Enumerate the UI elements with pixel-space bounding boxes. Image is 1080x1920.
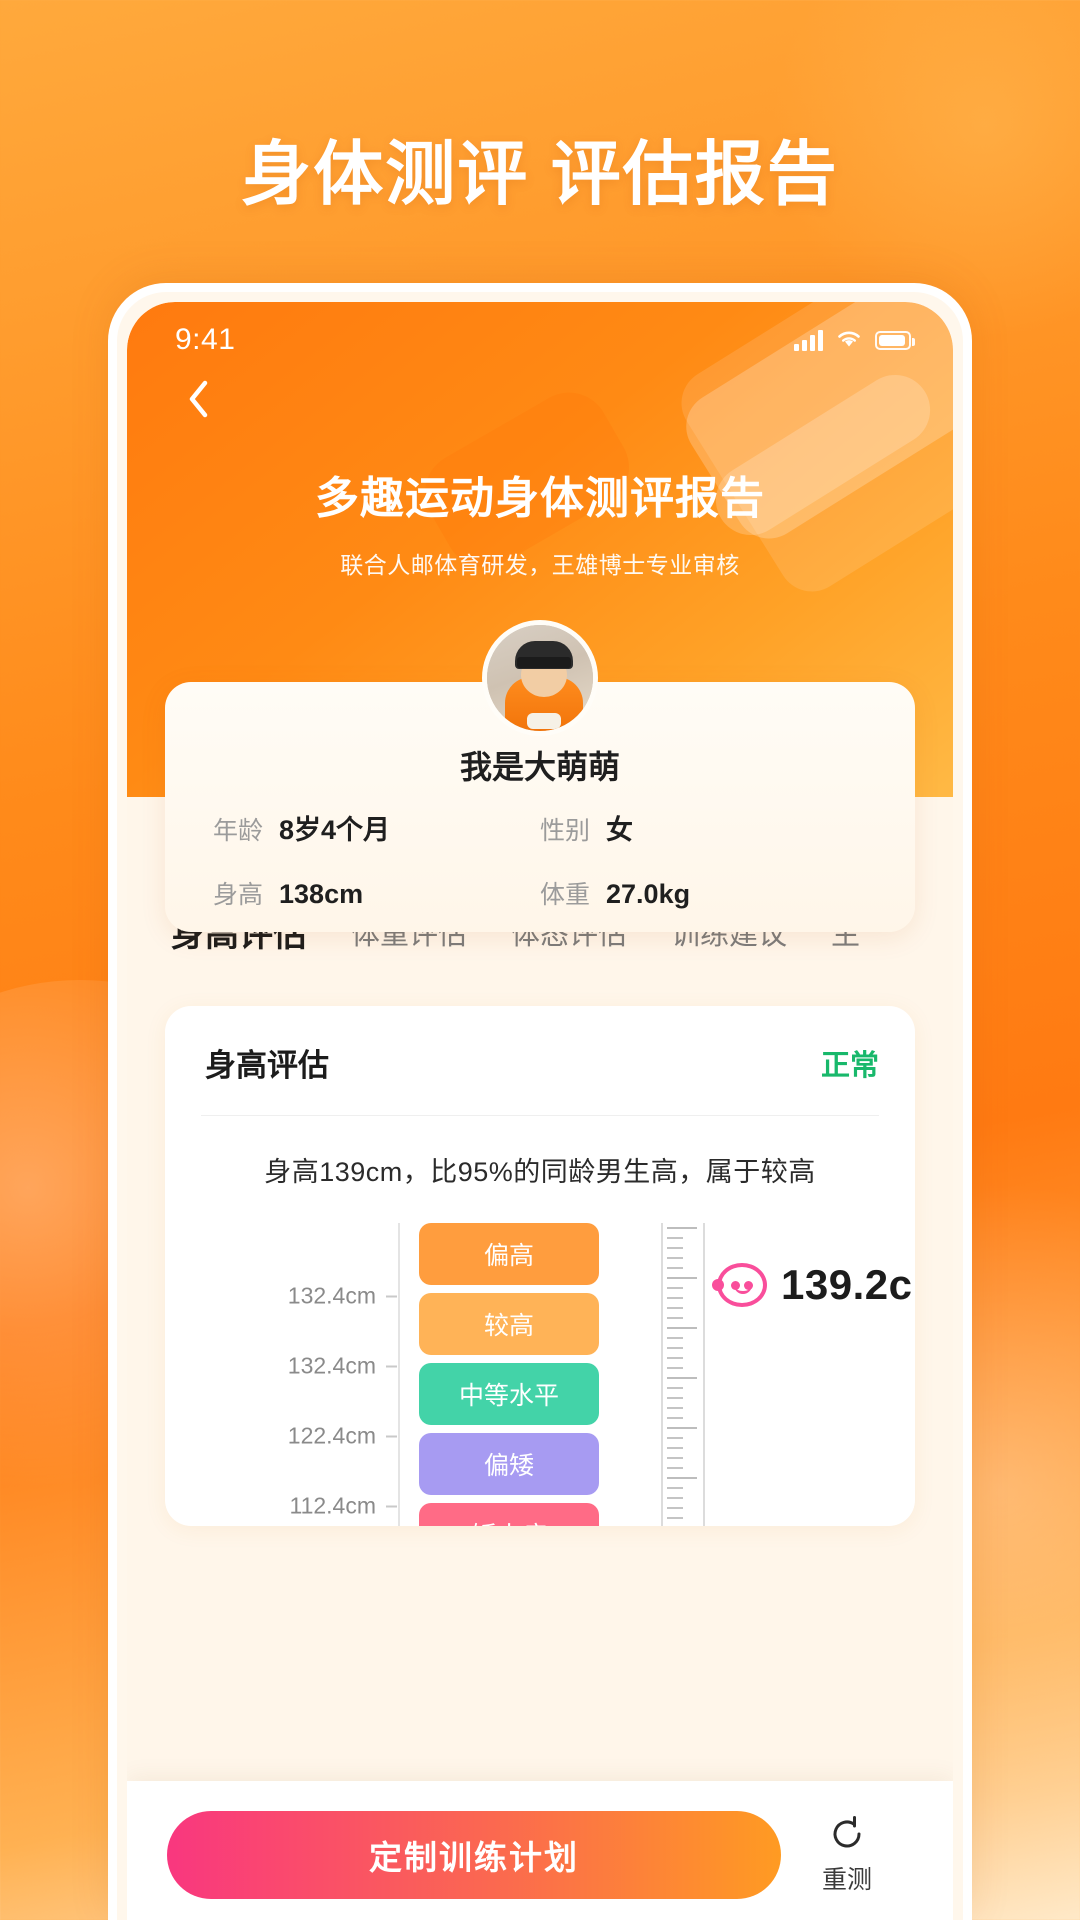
status-icons [794, 328, 915, 353]
avatar[interactable] [482, 620, 598, 736]
status-time: 9:41 [175, 323, 236, 356]
profile-field-weight-label: 体重 [540, 881, 591, 909]
axis-tick-3: 112.4cm [289, 1493, 397, 1520]
axis-tick-3-label: 112.4cm [289, 1492, 376, 1519]
smiley-face-icon [712, 1263, 767, 1307]
report-title: 多趣运动身体测评报告 [315, 474, 765, 523]
height-marker: 139.2cm [712, 1261, 915, 1309]
axis-tick-1-label: 132.4cm [287, 1352, 376, 1379]
chart-band-short: 偏矮 [419, 1433, 599, 1495]
phone-mockup: 9:41 多趣运动身体测评报告 联合人邮体育研发，王雄博士专业审核 我是大萌萌 … [108, 283, 972, 1920]
axis-tick-2-label: 122.4cm [287, 1422, 376, 1449]
chart-ruler [661, 1223, 705, 1526]
profile-card: 我是大萌萌 年龄 8岁4个月 性别 女 身高 138cm 体重 27.0kg [165, 620, 915, 932]
battery-icon [875, 330, 915, 350]
status-bar: 9:41 [127, 302, 953, 364]
chart-band-dwarfism: 矮小症 [419, 1503, 599, 1526]
profile-field-age-value: 8岁4个月 [279, 815, 391, 845]
cellular-signal-icon [794, 329, 823, 351]
assessment-title: 身高评估 [197, 1040, 341, 1086]
axis-tick-2: 122.4cm [288, 1423, 397, 1450]
height-chart: 132.4cm 132.4cm 122.4cm 112.4cm 偏高 较高 中等… [201, 1223, 915, 1526]
profile-field-gender-label: 性别 [540, 817, 591, 845]
profile-field-gender-value: 女 [606, 815, 634, 845]
back-button[interactable] [171, 372, 225, 426]
assessment-card: 身高评估 正常 身高139cm，比95%的同龄男生高，属于较高 132.4cm … [165, 1006, 915, 1526]
chart-axis-line [398, 1223, 400, 1526]
assessment-description: 身高139cm，比95%的同龄男生高，属于较高 [264, 1157, 816, 1187]
retest-label: 重测 [821, 1866, 872, 1894]
bottom-action-bar: 定制训练计划 重测 [127, 1781, 953, 1920]
axis-tick-1: 132.4cm [288, 1353, 397, 1380]
assessment-header: 身高评估 正常 [197, 1040, 879, 1086]
nav-bar [127, 364, 953, 436]
phone-screen: 9:41 多趣运动身体测评报告 联合人邮体育研发，王雄博士专业审核 我是大萌萌 … [127, 302, 953, 1920]
status-badge: 正常 [820, 1049, 879, 1082]
promo-headline: 身体测评 评估报告 [241, 135, 839, 213]
divider [201, 1115, 879, 1116]
custom-training-plan-button[interactable]: 定制训练计划 [167, 1811, 781, 1899]
profile-info-grid: 年龄 8岁4个月 性别 女 身高 138cm 体重 27.0kg [165, 808, 915, 911]
back-chevron-icon [189, 380, 208, 418]
profile-name: 我是大萌萌 [459, 749, 620, 785]
avatar-photo-cap-band [517, 657, 571, 668]
profile-field-age-label: 年龄 [213, 817, 264, 845]
smiley-mouth [734, 1285, 752, 1294]
axis-tick-0-label: 132.4cm [287, 1282, 376, 1309]
profile-field-height-label: 身高 [213, 881, 264, 909]
smiley-ear [712, 1279, 724, 1291]
profile-field-height-value: 138cm [279, 879, 364, 909]
avatar-photo-arm [527, 713, 561, 729]
profile-field-gender: 性别 女 [540, 808, 867, 847]
chart-axis-labels: 132.4cm 132.4cm 122.4cm 112.4cm [247, 1223, 397, 1526]
wifi-icon [836, 328, 862, 353]
retest-button[interactable]: 重测 [781, 1814, 913, 1896]
chart-band-very-tall: 偏高 [419, 1223, 599, 1285]
height-marker-value: 139.2cm [781, 1261, 915, 1308]
axis-tick-0: 132.4cm [288, 1283, 397, 1310]
profile-field-weight-value: 27.0kg [606, 879, 691, 909]
chart-band-tall: 较高 [419, 1293, 599, 1355]
profile-field-age: 年龄 8岁4个月 [213, 808, 540, 847]
profile-field-weight: 体重 27.0kg [540, 875, 867, 911]
profile-field-height: 身高 138cm [213, 875, 540, 911]
chart-bands: 偏高 较高 中等水平 偏矮 矮小症 [419, 1223, 599, 1526]
refresh-icon [833, 1816, 861, 1848]
report-subtitle: 联合人邮体育研发，王雄博士专业审核 [340, 552, 740, 578]
chart-band-average: 中等水平 [419, 1363, 599, 1425]
